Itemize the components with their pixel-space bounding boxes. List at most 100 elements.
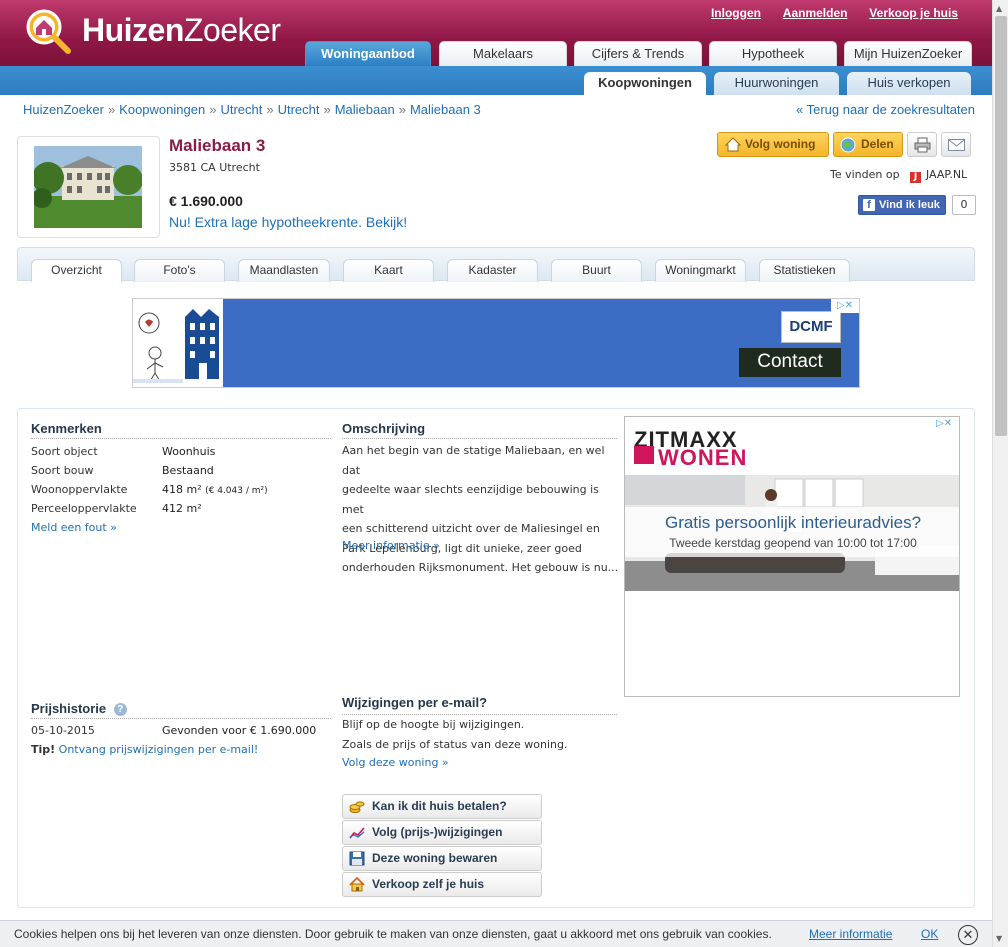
sell-house-link[interactable]: Verkoop je huis [869,6,958,20]
breadcrumb-item[interactable]: Koopwoningen [119,102,205,117]
prijshistorie-heading: Prijshistorie ? [31,701,127,716]
ad-contact-button[interactable]: Contact [739,348,841,377]
ad-brand-bottom: WONEN [658,445,748,470]
tab-mijn-huizenzoeker[interactable]: Mijn HuizenZoeker [844,41,972,66]
breadcrumb-item[interactable]: Maliebaan [335,102,395,117]
floppy-icon [349,851,365,866]
jaap-icon: J [910,172,921,183]
tab-kadaster[interactable]: Kadaster [447,259,538,282]
feature-label: Soort bouw [31,464,94,477]
description-text: Aan het begin van de statige Maliebaan, … [342,444,619,574]
tab-huis-verkopen[interactable]: Huis verkopen [847,72,971,95]
sidebar-ad[interactable]: ZITMAXX WONEN ▷✕ Gratis persoonlijk inte… [624,416,960,697]
feature-label: Soort object [31,445,98,458]
sell-yourself-button[interactable]: Verkoop zelf je huis [342,872,542,897]
follow-listing-link[interactable]: Volg deze woning » [342,756,449,769]
tab-huurwoningen[interactable]: Huurwoningen [714,72,839,95]
feature-value: Bestaand [162,464,214,477]
tab-statistieken[interactable]: Statistieken [759,259,850,282]
sub-nav: Koopwoningen Huurwoningen Huis verkopen [0,66,992,95]
help-icon[interactable]: ? [113,703,127,716]
jaap-link[interactable]: J JAAP.NL [910,168,967,183]
cookie-ok-link[interactable]: OK [921,927,938,941]
listing-price: € 1.690.000 [169,193,243,209]
page: HuizenZoeker Inloggen Aanmelden Verkoop … [0,0,992,947]
report-error-link[interactable]: Meld een fout » [31,521,117,534]
tip: Tip! Ontvang prijswijzigingen per e-mail… [31,743,259,756]
follow-button[interactable]: Volg woning [717,132,829,157]
chart-icon [349,827,365,839]
back-to-results-link[interactable]: « Terug naar de zoekresultaten [796,102,975,117]
breadcrumb-item[interactable]: Maliebaan 3 [410,102,481,117]
kenmerken-heading: Kenmerken [31,421,102,436]
tab-koopwoningen[interactable]: Koopwoningen [584,72,706,95]
banner-ad[interactable]: DCMF Contact ▷✕ [132,298,860,388]
feature-label: Woonoppervlakte [31,483,128,496]
coins-icon [349,801,365,813]
tab-fotos[interactable]: Foto's [134,259,225,282]
affordability-button[interactable]: Kan ik dit huis betalen? [342,794,542,819]
printer-icon [914,137,931,153]
logo[interactable]: HuizenZoeker [22,6,302,58]
breadcrumb-item[interactable]: HuizenZoeker [23,102,104,117]
listing-title: Maliebaan 3 [169,136,266,155]
listing-postal: 3581 CA Utrecht [169,161,260,174]
found-on-label: Te vinden op [830,168,900,181]
more-info-link[interactable]: Meer informatie » [342,539,440,552]
house-icon [349,877,365,892]
tab-makelaars[interactable]: Makelaars [439,41,567,66]
tab-cijfers-trends[interactable]: Cijfers & Trends [574,41,702,66]
scrollbar-thumb[interactable] [995,16,1007,436]
cookie-more-link[interactable]: Meer informatie [809,927,892,941]
site-header: HuizenZoeker Inloggen Aanmelden Verkoop … [0,0,992,66]
share-button[interactable]: Delen [833,132,903,157]
tab-kaart[interactable]: Kaart [343,259,434,282]
top-links: Inloggen Aanmelden Verkoop je huis [693,6,958,20]
cookie-bar: Cookies helpen ons bij het leveren van o… [0,920,992,947]
email-button[interactable] [941,132,971,157]
globe-icon [840,137,856,153]
house-icon [725,137,741,152]
tab-maandlasten[interactable]: Maandlasten [238,259,330,282]
register-link[interactable]: Aanmelden [783,6,848,20]
house-photo [32,146,143,228]
facebook-like-count: 0 [952,195,976,215]
breadcrumb-item[interactable]: Utrecht [220,102,262,117]
mortgage-promo-link[interactable]: Nu! Extra lage hypotheekrente. Bekijk! [169,214,407,230]
feature-value: 412 m² [162,502,202,515]
scroll-down-icon[interactable]: ▼ [996,934,1002,943]
tab-woningaanbod[interactable]: Woningaanbod [305,41,431,66]
history-date: 05-10-2015 [31,724,95,737]
ad-headline: Gratis persoonlijk interieuradvies? [664,513,922,532]
logo-text: HuizenZoeker [82,12,281,48]
magnifier-house-icon [26,9,71,54]
omschrijving-heading: Omschrijving [342,421,426,436]
cookie-text: Cookies helpen ons bij het leveren van o… [14,927,772,941]
tab-woningmarkt[interactable]: Woningmarkt [655,259,746,282]
tab-buurt[interactable]: Buurt [551,259,642,282]
tab-hypotheek[interactable]: Hypotheek [709,41,837,66]
email-changes-text: Blijf op de hoogte bij wijzigingen. Zoal… [342,718,568,751]
scroll-up-icon[interactable]: ▲ [996,4,1002,13]
save-listing-button[interactable]: Deze woning bewaren [342,846,542,871]
follow-changes-button[interactable]: Volg (prijs-)wijzigingen [342,820,542,845]
price-alert-link[interactable]: Ontvang prijswijzigingen per e-mail! [59,743,259,756]
divider [31,718,331,719]
adchoices-icon[interactable]: ▷✕ [831,299,859,313]
email-changes-heading: Wijzigingen per e-mail? [342,695,488,710]
facebook-like-button[interactable]: f Vind ik leuk [858,195,946,215]
feature-label: Perceeloppervlakte [31,502,137,515]
listing-photo[interactable] [17,136,160,238]
adchoices-icon[interactable]: ▷✕ [929,417,959,431]
scrollbar[interactable]: ▲ ▼ [992,0,1008,947]
listing-tabs: Overzicht Foto's Maandlasten Kaart Kadas… [17,247,975,282]
print-button[interactable] [907,132,937,157]
feature-value: Woonhuis [162,445,216,458]
divider [342,438,617,439]
ad-subline: Tweede kerstdag geopend van 10:00 tot 17… [669,536,917,550]
breadcrumb-item[interactable]: Utrecht [278,102,320,117]
tab-overzicht[interactable]: Overzicht [31,259,122,282]
breadcrumb: HuizenZoeker» Koopwoningen» Utrecht» Utrech… [23,102,481,117]
login-link[interactable]: Inloggen [711,6,761,20]
close-icon[interactable]: ✕ [958,925,978,945]
